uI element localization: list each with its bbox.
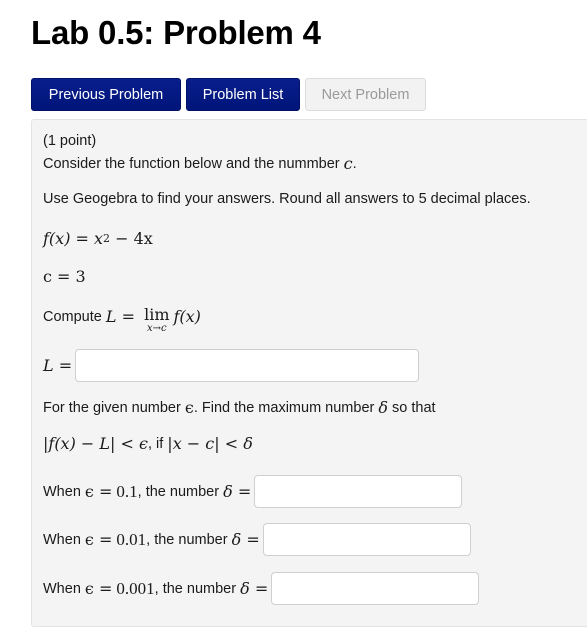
delta-row-epsilon-value: 0.1 [116,481,138,501]
delta-row-eps: ϵ = [84,579,113,598]
delta-row-epsilon-value: 0.001 [116,578,155,598]
lim-function: f(x) [173,307,201,326]
compute-L: L [105,307,117,326]
L-answer-row: L = [43,349,420,382]
next-problem-button[interactable]: Next Problem [305,78,426,111]
c-definition: c = 3 [43,267,86,286]
delta-intro-c: so that [392,399,436,416]
delta-row-eps: ϵ = [84,482,113,501]
delta-row-when: When [43,531,81,548]
delta-row: When ϵ = 0.01, the number δ = [43,523,471,556]
compute-line: Compute L = lim x→c f(x) [43,303,201,334]
delta-row: When ϵ = 0.001, the number δ = [43,572,480,605]
problem-list-button[interactable]: Problem List [186,78,300,111]
delta-intro-delta: δ [378,398,389,417]
compute-eq: = [116,307,141,326]
delta-row-when: When [43,483,81,500]
condition-c: |x − c| < δ [167,434,253,453]
delta-intro-b: . Find the maximum number [193,399,375,416]
delta-answer-input-3[interactable] [271,572,480,605]
function-definition: f(x) = x2 − 4x [43,229,153,248]
delta-row-mid: , the number [137,483,220,500]
intro-text: Consider the function below and the numm… [43,154,357,173]
intro-text-main: Consider the function below and the numm… [43,155,340,172]
delta-answer-input-2[interactable] [262,523,471,556]
intro-var: c [343,154,353,173]
page-title: Lab 0.5: Problem 4 [31,14,321,51]
lim-word: lim [144,305,170,324]
compute-label: Compute [43,308,102,325]
intro-period: . [352,155,357,172]
L-label: L = [43,356,73,375]
condition-a: |f(x) − L| < ϵ [43,434,148,453]
function-rest: − 4x [110,229,153,248]
delta-intro: For the given number ϵ. Find the maximum… [43,398,436,417]
delta-row-delta: δ = [240,579,269,598]
delta-row-epsilon-value: 0.01 [116,529,147,549]
epsilon-delta-condition: |f(x) − L| < ϵ, if |x − c| < δ [43,434,253,453]
function-lhs: f(x) [43,229,71,248]
problem-body: (1 point) Consider the function below an… [31,119,587,627]
function-base: x [94,229,104,248]
L-answer-input[interactable] [75,349,420,382]
delta-row-delta: δ = [231,530,260,549]
delta-row-when: When [43,580,81,597]
problem-nav: Previous Problem Problem List Next Probl… [31,78,426,111]
points-label: (1 point) [43,133,97,149]
delta-row-delta: δ = [223,482,252,501]
delta-intro-a: For the given number [43,399,181,416]
instructions-text: Use Geogebra to find your answers. Round… [43,191,531,207]
delta-intro-eps: ϵ [184,398,194,417]
delta-row-eps: ϵ = [84,530,113,549]
delta-answer-input-1[interactable] [254,475,463,508]
delta-row-mid: , the number [154,580,237,597]
delta-row: When ϵ = 0.1, the number δ = [43,475,463,508]
condition-b: , if [147,435,164,452]
lim-subscript: x→c [146,323,167,334]
previous-problem-button[interactable]: Previous Problem [31,78,181,111]
limit-operator: lim x→c [144,307,169,334]
function-eq: = [70,229,95,248]
function-exponent: 2 [103,232,111,245]
delta-row-mid: , the number [146,531,228,548]
